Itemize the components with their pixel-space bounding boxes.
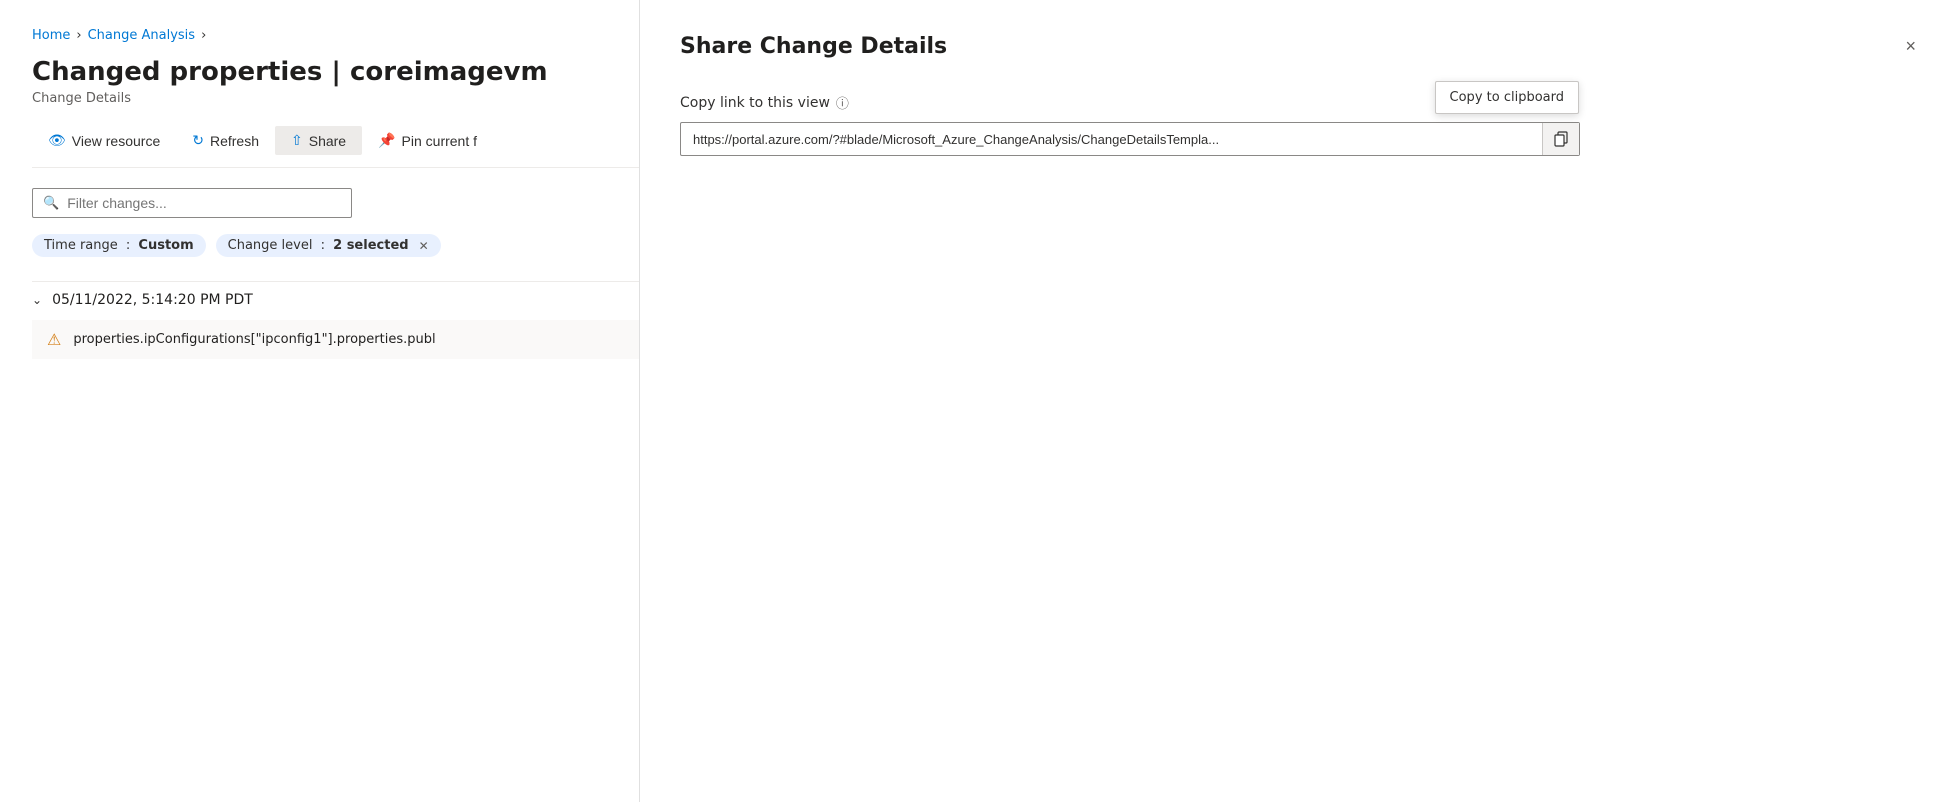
url-input[interactable] — [681, 124, 1542, 155]
change-level-chip-value: 2 selected — [333, 238, 408, 253]
change-level-chip-label: Change level — [228, 238, 313, 253]
share-dialog: Share Change Details × Copy link to this… — [640, 0, 1960, 802]
pin-icon: 📌 — [378, 132, 395, 149]
time-range-chip-value: Custom — [138, 238, 193, 253]
clipboard-icon — [1553, 131, 1569, 147]
chevron-down-icon: ⌄ — [32, 293, 42, 307]
dialog-title: Share Change Details — [680, 34, 947, 59]
page-subtitle: Change Details — [32, 91, 639, 106]
change-level-chip[interactable]: Change level : 2 selected ✕ — [216, 234, 441, 257]
refresh-icon: ↻ — [192, 132, 204, 149]
search-icon: 🔍 — [43, 196, 59, 211]
time-range-chip[interactable]: Time range : Custom — [32, 234, 206, 257]
view-resource-button[interactable]: 👁 View resource — [32, 126, 176, 155]
change-group-timestamp: 05/11/2022, 5:14:20 PM PDT — [52, 292, 253, 308]
copy-link-label: Copy link to this view ⓘ — [680, 93, 1920, 112]
breadcrumb-change-analysis[interactable]: Change Analysis — [88, 28, 195, 43]
change-item-text: properties.ipConfigurations["ipconfig1"]… — [73, 332, 435, 347]
search-input[interactable] — [67, 195, 341, 211]
url-input-row: Copy to clipboard — [680, 122, 1580, 156]
search-bar: 🔍 — [32, 188, 352, 218]
view-resource-label: View resource — [72, 133, 160, 149]
copy-link-section: Copy link to this view ⓘ Copy to clipboa… — [680, 93, 1920, 156]
copy-to-clipboard-button[interactable] — [1542, 123, 1579, 155]
dialog-header: Share Change Details × — [680, 32, 1920, 61]
share-button[interactable]: ⇧ Share — [275, 126, 362, 155]
copy-btn-wrapper: Copy to clipboard — [1542, 123, 1579, 155]
info-icon[interactable]: ⓘ — [836, 93, 849, 112]
change-level-chip-close[interactable]: ✕ — [419, 239, 429, 253]
change-level-chip-separator: : — [316, 238, 329, 253]
change-item[interactable]: ⚠ properties.ipConfigurations["ipconfig1… — [32, 320, 639, 359]
share-label: Share — [309, 133, 346, 149]
time-range-chip-separator: : — [122, 238, 135, 253]
filter-row: Time range : Custom Change level : 2 sel… — [32, 234, 639, 257]
warning-icon: ⚠ — [47, 330, 61, 349]
share-icon: ⇧ — [291, 132, 303, 149]
pin-label: Pin current f — [402, 133, 477, 149]
view-resource-icon: 👁 — [48, 132, 66, 149]
breadcrumb-chevron-2: › — [201, 28, 206, 43]
left-panel: Home › Change Analysis › Changed propert… — [0, 0, 640, 802]
copy-link-text: Copy link to this view — [680, 95, 830, 111]
breadcrumb-chevron-1: › — [76, 28, 81, 43]
refresh-label: Refresh — [210, 133, 259, 149]
breadcrumb-home[interactable]: Home — [32, 28, 70, 43]
time-range-chip-label: Time range — [44, 238, 118, 253]
page-title: Changed properties | coreimagevm — [32, 57, 622, 87]
breadcrumb: Home › Change Analysis › — [32, 28, 639, 43]
toolbar: 👁 View resource ↻ Refresh ⇧ Share 📌 Pin … — [32, 126, 639, 168]
pin-button[interactable]: 📌 Pin current f — [362, 126, 493, 155]
change-group: ⌄ 05/11/2022, 5:14:20 PM PDT ⚠ propertie… — [32, 281, 639, 359]
refresh-button[interactable]: ↻ Refresh — [176, 126, 275, 155]
change-group-header[interactable]: ⌄ 05/11/2022, 5:14:20 PM PDT — [32, 281, 639, 318]
copy-tooltip: Copy to clipboard — [1435, 81, 1579, 114]
close-button[interactable]: × — [1901, 32, 1920, 61]
